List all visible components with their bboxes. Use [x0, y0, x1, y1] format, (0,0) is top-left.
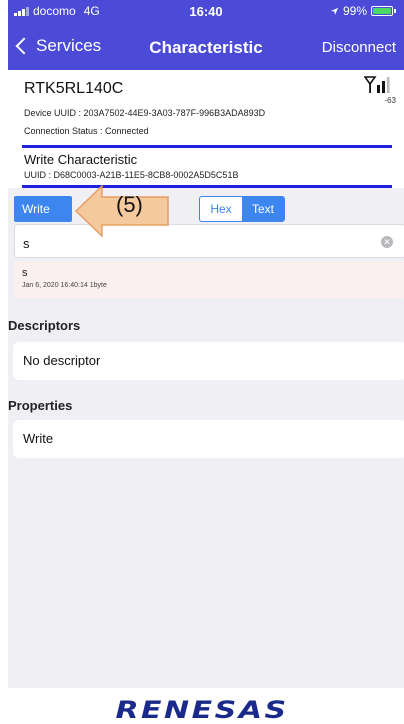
- device-uuid: Device UUID : 203A7502-44E9-3A03-787F-99…: [24, 108, 266, 118]
- disconnect-button[interactable]: Disconnect: [322, 39, 396, 56]
- renesas-logo: RENESAS: [115, 696, 289, 724]
- status-right: 99%: [330, 4, 396, 18]
- device-name: RTK5RL140C: [24, 80, 124, 97]
- divider-line: [22, 145, 392, 148]
- connection-status: Connection Status : Connected: [24, 126, 149, 136]
- characteristic-uuid: UUID : D68C0003-A21B-11E5-8CB8-0002A5D5C…: [24, 170, 239, 180]
- property-item: Write: [13, 420, 404, 458]
- battery-icon: [371, 6, 393, 16]
- phone-screen: docomo 4G 16:40 99% Services Characteris…: [8, 0, 404, 688]
- navigation-bar: docomo 4G 16:40 99% Services Characteris…: [8, 0, 404, 70]
- back-button[interactable]: Services: [12, 36, 101, 56]
- descriptor-item: No descriptor: [13, 342, 404, 380]
- characteristic-title: Write Characteristic: [24, 152, 138, 167]
- descriptors-header: Descriptors: [8, 318, 81, 333]
- location-arrow-icon: [330, 7, 339, 15]
- antenna-signal-icon: [364, 76, 390, 93]
- battery-fill: [373, 8, 391, 14]
- write-value-field: ✕: [14, 224, 404, 258]
- format-text-option[interactable]: Text: [242, 197, 284, 221]
- status-bar: docomo 4G 16:40 99%: [8, 0, 404, 22]
- battery-tip: [394, 9, 396, 13]
- format-segmented-control: Hex Text: [199, 196, 285, 222]
- battery-percent: 99%: [342, 4, 367, 18]
- format-hex-option[interactable]: Hex: [200, 197, 242, 221]
- rssi-value: -63: [384, 96, 396, 105]
- clear-icon[interactable]: ✕: [381, 236, 393, 248]
- device-info-card: RTK5RL140C -63 Device UUID : 203A7502-44…: [8, 70, 404, 188]
- back-button-label: Services: [36, 36, 102, 55]
- write-button[interactable]: Write: [14, 196, 72, 222]
- callout-label: (5): [116, 192, 143, 217]
- chevron-left-icon: [15, 37, 33, 55]
- log-timestamp: Jan 6, 2020 16:40:14 1byte: [22, 282, 107, 289]
- write-log-item: s Jan 6, 2020 16:40:14 1byte: [14, 262, 404, 298]
- properties-header: Properties: [8, 398, 73, 413]
- log-value: s: [22, 267, 28, 279]
